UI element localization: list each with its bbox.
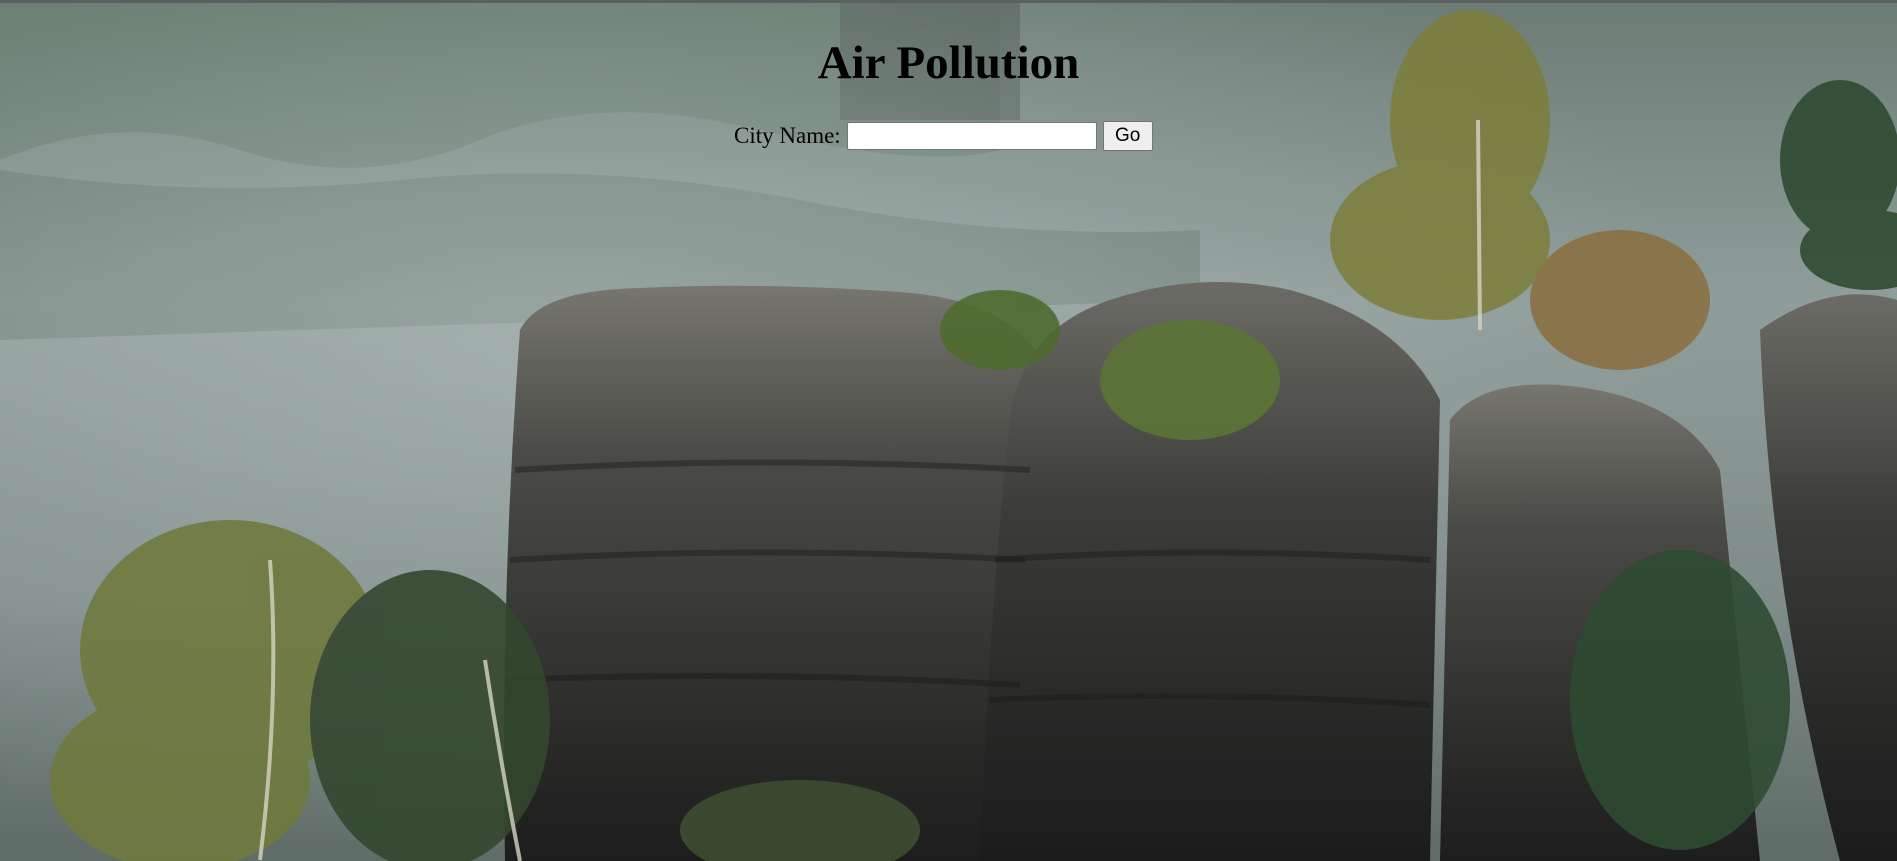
go-button[interactable]: Go bbox=[1102, 121, 1153, 151]
page-title: Air Pollution bbox=[817, 37, 1080, 89]
top-border bbox=[0, 0, 1897, 3]
city-name-input[interactable] bbox=[846, 122, 1097, 150]
city-search-form: City Name: Go bbox=[734, 120, 1153, 152]
city-name-label: City Name: bbox=[734, 123, 841, 148]
